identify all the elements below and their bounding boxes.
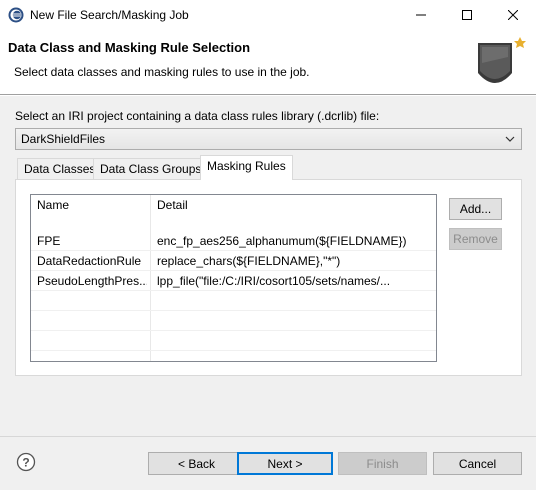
page-description: Select data classes and masking rules to… xyxy=(14,65,310,79)
header-divider-highlight xyxy=(0,95,536,96)
tab-data-classes[interactable]: Data Classes xyxy=(17,158,103,179)
minimize-button[interactable] xyxy=(398,0,444,30)
finish-button[interactable]: Finish xyxy=(338,452,427,475)
rule-name: FPE xyxy=(37,234,61,248)
footer-divider xyxy=(0,436,536,437)
rule-name: PseudoLengthPres... xyxy=(37,274,147,288)
title-bar: New File Search/Masking Job xyxy=(0,0,536,30)
close-button[interactable] xyxy=(490,0,536,30)
empty-row xyxy=(31,351,436,361)
maximize-icon xyxy=(462,10,472,20)
wizard-banner-icon xyxy=(478,37,526,83)
minimize-icon xyxy=(416,14,426,16)
rule-detail: lpp_file("file:/C:/IRI/cosort105/sets/na… xyxy=(157,274,391,288)
help-icon[interactable]: ? xyxy=(16,452,36,472)
close-icon xyxy=(508,10,518,20)
masking-rules-panel: Name Detail FPE enc_fp_aes256_alphanumum… xyxy=(15,179,522,376)
rule-detail: replace_chars(${FIELDNAME},"*") xyxy=(157,254,341,268)
tab-data-class-groups[interactable]: Data Class Groups xyxy=(93,158,209,179)
empty-row xyxy=(31,331,436,351)
table-row[interactable]: PseudoLengthPres... lpp_file("file:/C:/I… xyxy=(31,271,436,291)
empty-row xyxy=(31,311,436,331)
masking-rules-table[interactable]: Name Detail FPE enc_fp_aes256_alphanumum… xyxy=(30,194,437,362)
maximize-button[interactable] xyxy=(444,0,490,30)
project-label: Select an IRI project containing a data … xyxy=(15,109,380,123)
table-row[interactable]: DataRedactionRule replace_chars(${FIELDN… xyxy=(31,251,436,271)
back-button[interactable]: < Back xyxy=(148,452,245,475)
next-button[interactable]: Next > xyxy=(237,452,333,475)
chevron-down-icon xyxy=(505,136,515,142)
column-header-detail[interactable]: Detail xyxy=(157,198,188,214)
window-title: New File Search/Masking Job xyxy=(30,8,189,22)
empty-row xyxy=(31,291,436,311)
rule-name: DataRedactionRule xyxy=(37,254,142,268)
cancel-button[interactable]: Cancel xyxy=(433,452,522,475)
app-icon xyxy=(8,7,24,23)
tab-masking-rules[interactable]: Masking Rules xyxy=(200,155,293,180)
column-header-name[interactable]: Name xyxy=(37,198,69,214)
remove-rule-button[interactable]: Remove xyxy=(449,228,502,250)
project-select-value: DarkShieldFiles xyxy=(21,132,106,146)
wizard-header: Data Class and Masking Rule Selection Se… xyxy=(0,30,536,94)
add-rule-button[interactable]: Add... xyxy=(449,198,502,220)
rule-detail: enc_fp_aes256_alphanumum(${FIELDNAME}) xyxy=(157,234,407,248)
svg-text:?: ? xyxy=(22,456,29,470)
project-select[interactable]: DarkShieldFiles xyxy=(15,128,522,150)
page-title: Data Class and Masking Rule Selection xyxy=(8,40,251,55)
table-row[interactable]: FPE enc_fp_aes256_alphanumum(${FIELDNAME… xyxy=(31,231,436,251)
